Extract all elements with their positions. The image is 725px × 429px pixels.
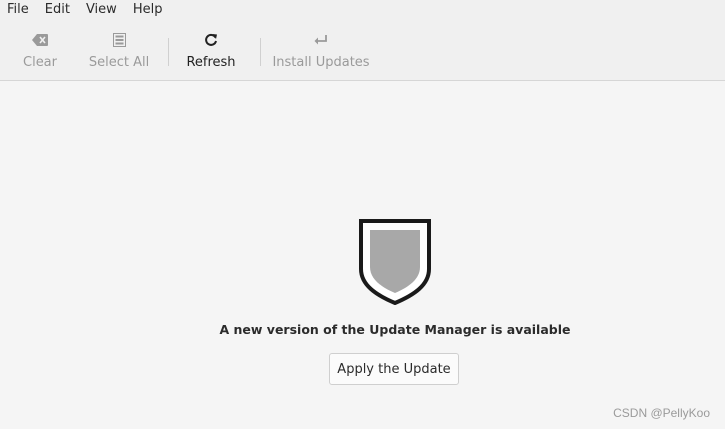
refresh-icon (202, 31, 220, 49)
update-message: A new version of the Update Manager is a… (219, 322, 571, 337)
select-all-label: Select All (88, 55, 150, 70)
apply-update-button[interactable]: Apply the Update (329, 353, 459, 385)
toolbar-separator (260, 38, 261, 66)
toolbar: Clear Select All Refresh Install Updates (0, 20, 725, 81)
refresh-button[interactable]: Refresh (185, 28, 237, 74)
menu-view[interactable]: View (78, 0, 125, 20)
toolbar-separator (168, 38, 169, 66)
clear-label: Clear (23, 55, 57, 70)
menu-file[interactable]: File (0, 0, 37, 20)
watermark: CSDN @PellyKoo (613, 406, 710, 420)
menu-help[interactable]: Help (125, 0, 171, 20)
return-arrow-icon (312, 31, 330, 49)
select-all-button[interactable]: Select All (89, 28, 149, 74)
install-updates-label: Install Updates (272, 55, 370, 70)
refresh-label: Refresh (186, 55, 236, 70)
install-updates-button[interactable]: Install Updates (272, 28, 370, 74)
menu-edit[interactable]: Edit (37, 0, 78, 20)
backspace-icon (31, 31, 49, 49)
main-content: A new version of the Update Manager is a… (0, 81, 725, 429)
select-all-icon (110, 31, 128, 49)
shield-icon (359, 219, 431, 305)
clear-button[interactable]: Clear (22, 28, 58, 74)
menubar: File Edit View Help (0, 0, 725, 20)
